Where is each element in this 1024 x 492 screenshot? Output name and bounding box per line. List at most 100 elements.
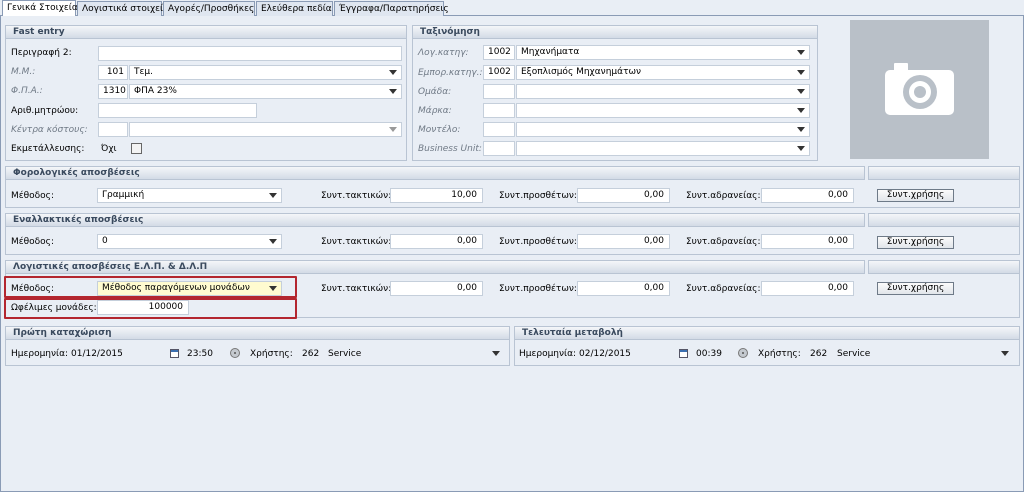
acc-additional-input[interactable]: 0,00 xyxy=(577,281,670,296)
commercial-category-value: Εξοπλισμός Μηχανημάτων xyxy=(521,67,642,77)
chevron-down-icon[interactable] xyxy=(389,89,397,94)
alt-additional-label: Συντ.προσθέτων: xyxy=(499,237,577,247)
mm-select[interactable]: Τεμ. xyxy=(129,65,402,80)
tab-general[interactable]: Γενικά Στοιχεία xyxy=(2,0,78,17)
alt-depreciation-header-extra xyxy=(868,213,1020,227)
account-category-select[interactable]: Μηχανήματα xyxy=(516,45,810,60)
alt-additional-input[interactable]: 0,00 xyxy=(577,234,670,249)
exploitation-checkbox[interactable] xyxy=(131,143,142,154)
brand-code[interactable] xyxy=(483,103,515,118)
tax-idle-label: Συντ.αδρανείας: xyxy=(686,191,761,201)
group-select[interactable] xyxy=(516,84,810,99)
last-user-code: 262 xyxy=(810,349,828,359)
tax-method-value: Γραμμική xyxy=(102,190,145,200)
tab-free-fields[interactable]: Ελεύθερα πεδία xyxy=(256,1,333,16)
image-placeholder[interactable] xyxy=(850,20,989,159)
calendar-icon[interactable] xyxy=(170,349,179,358)
tax-depreciation-header: Φορολογικές αποσβέσεις xyxy=(5,166,865,180)
fpa-value: ΦΠΑ 23% xyxy=(134,86,177,96)
exploitation-label: Εκμετάλλευσης: xyxy=(11,144,85,154)
alt-method-value: 0 xyxy=(102,236,108,246)
tax-method-select[interactable]: Γραμμική xyxy=(97,188,282,203)
tab-purchases[interactable]: Αγορές/Προσθήκες xyxy=(163,1,255,16)
alt-method-label: Μέθοδος: xyxy=(11,237,54,247)
acc-idle-input[interactable]: 0,00 xyxy=(761,281,854,296)
acc-regular-label: Συντ.τακτικών: xyxy=(321,284,392,294)
chevron-down-icon[interactable] xyxy=(1001,351,1009,356)
chevron-down-icon[interactable] xyxy=(389,127,397,132)
description2-input[interactable] xyxy=(98,46,402,61)
brand-select[interactable] xyxy=(516,103,810,118)
first-user-code: 262 xyxy=(302,349,320,359)
tab-accounting[interactable]: Λογιστικά στοιχεία xyxy=(77,1,169,16)
chevron-down-icon[interactable] xyxy=(797,89,805,94)
mm-label: Μ.Μ.: xyxy=(11,67,36,77)
tax-depreciation-header-extra xyxy=(868,166,1020,180)
chevron-down-icon[interactable] xyxy=(269,193,277,198)
tax-usage-button[interactable]: Συντ.χρήσης xyxy=(877,189,954,202)
chevron-down-icon[interactable] xyxy=(797,146,805,151)
method-highlight xyxy=(4,276,297,298)
first-date-value: 01/12/2015 xyxy=(71,349,123,359)
business-unit-label: Business Unit: xyxy=(418,144,482,154)
calendar-icon[interactable] xyxy=(679,349,688,358)
chevron-down-icon[interactable] xyxy=(797,70,805,75)
cost-center-select[interactable] xyxy=(129,122,402,137)
first-user-label: Χρήστης: xyxy=(250,349,293,359)
serial-input[interactable] xyxy=(98,103,257,118)
mm-code[interactable]: 101 xyxy=(98,65,128,80)
useful-units-highlight xyxy=(4,298,297,319)
tab-documents[interactable]: Έγγραφα/Παρατηρήσεις xyxy=(334,1,449,16)
chevron-down-icon[interactable] xyxy=(389,70,397,75)
chevron-down-icon[interactable] xyxy=(797,50,805,55)
alt-depreciation-header: Εναλλακτικές αποσβέσεις xyxy=(5,213,865,227)
account-category-code[interactable]: 1002 xyxy=(483,45,515,60)
business-unit-code[interactable] xyxy=(483,141,515,156)
chevron-down-icon[interactable] xyxy=(492,351,500,356)
tax-additional-label: Συντ.προσθέτων: xyxy=(499,191,577,201)
last-time-value: 00:39 xyxy=(696,349,722,359)
model-label: Μοντέλο: xyxy=(418,125,461,135)
tax-additional-input[interactable]: 0,00 xyxy=(577,188,670,203)
fpa-code[interactable]: 1310 xyxy=(98,84,128,99)
alt-method-select[interactable]: 0 xyxy=(97,234,282,249)
fpa-select[interactable]: ΦΠΑ 23% xyxy=(129,84,402,99)
first-user-name: Service xyxy=(328,349,362,359)
first-time-value: 23:50 xyxy=(187,349,213,359)
tax-regular-input[interactable]: 10,00 xyxy=(390,188,483,203)
clock-icon[interactable] xyxy=(738,348,748,358)
model-code[interactable] xyxy=(483,122,515,137)
tax-idle-input[interactable]: 0,00 xyxy=(761,188,854,203)
fast-entry-header: Fast entry xyxy=(5,25,407,39)
acc-usage-button[interactable]: Συντ.χρήσης xyxy=(877,282,954,295)
account-category-value: Μηχανήματα xyxy=(521,47,580,57)
model-select[interactable] xyxy=(516,122,810,137)
last-date-label: Ημερομηνία: xyxy=(519,349,577,359)
cost-center-code[interactable] xyxy=(98,122,128,137)
group-code[interactable] xyxy=(483,84,515,99)
serial-label: Αριθ.μητρώου: xyxy=(11,106,79,116)
alt-regular-input[interactable]: 0,00 xyxy=(390,234,483,249)
acc-idle-label: Συντ.αδρανείας: xyxy=(686,284,761,294)
acc-additional-label: Συντ.προσθέτων: xyxy=(499,284,577,294)
last-date-value: 02/12/2015 xyxy=(579,349,631,359)
commercial-category-select[interactable]: Εξοπλισμός Μηχανημάτων xyxy=(516,65,810,80)
fpa-label: Φ.Π.Α.: xyxy=(11,86,43,96)
classification-header: Ταξινόμηση xyxy=(412,25,818,39)
chevron-down-icon[interactable] xyxy=(797,108,805,113)
chevron-down-icon[interactable] xyxy=(797,127,805,132)
clock-icon[interactable] xyxy=(230,348,240,358)
acc-regular-input[interactable]: 0,00 xyxy=(390,281,483,296)
chevron-down-icon[interactable] xyxy=(269,239,277,244)
alt-idle-input[interactable]: 0,00 xyxy=(761,234,854,249)
group-label: Ομάδα: xyxy=(418,87,452,97)
acc-depreciation-header: Λογιστικές αποσβέσεις Ε.Λ.Π. & Δ.Λ.Π xyxy=(5,260,865,274)
alt-usage-button[interactable]: Συντ.χρήσης xyxy=(877,236,954,249)
tax-method-label: Μέθοδος: xyxy=(11,191,54,201)
tab-bar: Γενικά Στοιχεία Λογιστικά στοιχεία Αγορέ… xyxy=(0,0,1024,17)
business-unit-select[interactable] xyxy=(516,141,810,156)
exploitation-value: Όχι xyxy=(101,144,117,154)
commercial-category-code[interactable]: 1002 xyxy=(483,65,515,80)
description2-label: Περιγραφή 2: xyxy=(11,48,72,58)
mm-value: Τεμ. xyxy=(134,67,153,77)
